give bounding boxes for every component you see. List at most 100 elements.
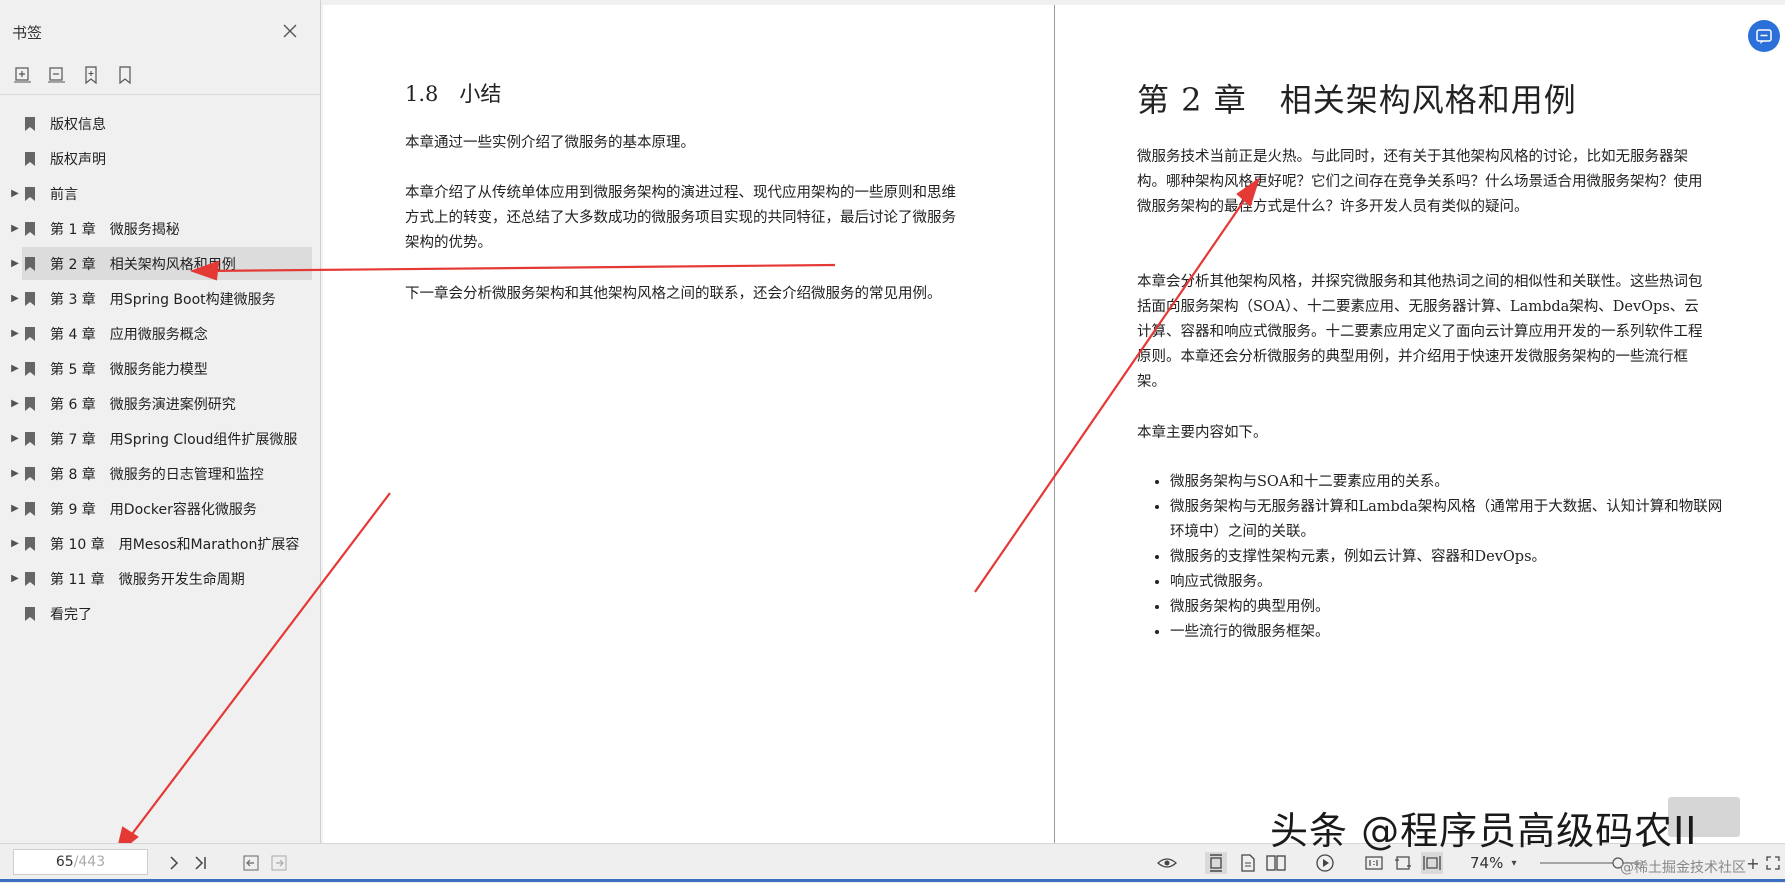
divider [0, 94, 320, 95]
total-pages: /443 [73, 854, 106, 870]
back-icon[interactable] [240, 852, 262, 874]
bookmark-item[interactable]: ▶ 前言 [0, 176, 320, 211]
bookmark-label: 版权信息 [50, 116, 106, 133]
expand-all-icon[interactable] [12, 64, 34, 86]
bookmark-label: 第 7 章 用Spring Cloud组件扩展微服 [50, 431, 298, 448]
bookmark-label: 第 9 章 用Docker容器化微服务 [50, 501, 257, 518]
bookmark-label: 第 2 章 相关架构风格和用例 [50, 256, 236, 273]
bookmark-item[interactable]: ▶ 第 2 章 相关架构风格和用例 [0, 246, 320, 281]
list-item: 微服务架构与无服务器计算和Lambda架构风格（通常用于大数据、认知计算和物联网… [1170, 495, 1730, 545]
page-number-input[interactable]: 65/443 [13, 849, 148, 875]
bookmark-item[interactable]: ▶版权声明 [0, 141, 320, 176]
add-bookmark-icon[interactable] [80, 64, 102, 86]
bookmark-item[interactable]: ▶ 第 3 章 用Spring Boot构建微服务 [0, 281, 320, 316]
page-view-icon[interactable] [1237, 852, 1259, 874]
bookmark-panel-header: 书签 [0, 0, 320, 66]
fit-width-icon[interactable] [1421, 852, 1443, 874]
bookmark-toolbar [12, 64, 136, 88]
bookmark-item[interactable]: ▶ 第 11 章 微服务开发生命周期 [0, 561, 320, 596]
bookmark-item[interactable]: ▶ 第 6 章 微服务演进案例研究 [0, 386, 320, 421]
bookmark-flag-icon [24, 221, 38, 237]
paragraph: 微服务技术当前正是火热。与此同时，还有关于其他架构风格的讨论，比如无服务器架构。… [1137, 149, 1703, 215]
chapter-title: 第 2 章 相关架构风格和用例 [1137, 81, 1577, 119]
bookmark-flag-icon [24, 151, 38, 167]
expand-caret-icon[interactable]: ▶ [8, 433, 22, 444]
actual-size-icon[interactable] [1363, 852, 1385, 874]
list-item: 微服务架构的典型用例。 [1170, 595, 1730, 620]
expand-caret-icon[interactable]: ▶ [8, 363, 22, 374]
assistant-button[interactable] [1748, 20, 1780, 52]
chevron-down-icon[interactable]: ▾ [1503, 852, 1525, 874]
bookmark-item[interactable]: ▶ 第 9 章 用Docker容器化微服务 [0, 491, 320, 526]
paragraph: 下一章会分析微服务架构和其他架构风格之间的联系，还会介绍微服务的常见用例。 [405, 286, 942, 302]
bookmark-item[interactable]: ▶ 第 1 章 微服务揭秘 [0, 211, 320, 246]
bookmark-label: 第 6 章 微服务演进案例研究 [50, 396, 236, 413]
list-item: 一些流行的微服务框架。 [1170, 620, 1730, 645]
bookmark-label: 第 5 章 微服务能力模型 [50, 361, 208, 378]
expand-caret-icon[interactable]: ▶ [8, 398, 22, 409]
expand-caret-icon[interactable]: ▶ [8, 538, 22, 549]
bookmark-item[interactable]: ▶ 第 7 章 用Spring Cloud组件扩展微服 [0, 421, 320, 456]
bookmark-label: 前言 [50, 186, 78, 203]
bookmark-item[interactable]: ▶ 第 5 章 微服务能力模型 [0, 351, 320, 386]
last-page-icon[interactable] [190, 852, 212, 874]
forward-icon[interactable] [268, 852, 290, 874]
collapse-all-icon[interactable] [46, 64, 68, 86]
bookmark-flag-icon [24, 536, 38, 552]
bookmark-item[interactable]: ▶看完了 [0, 596, 320, 631]
bookmark-label: 第 1 章 微服务揭秘 [50, 221, 180, 238]
bookmark-flag-icon [24, 606, 38, 622]
expand-caret-icon[interactable]: ▶ [8, 328, 22, 339]
bookmark-label: 第 3 章 用Spring Boot构建微服务 [50, 291, 276, 308]
bookmark-panel-title: 书签 [12, 24, 43, 42]
list-item: 微服务架构与SOA和十二要素应用的关系。 [1170, 470, 1730, 495]
bookmark-flag-icon [24, 256, 38, 272]
paragraph: 本章主要内容如下。 [1137, 425, 1268, 441]
book-view-icon[interactable] [1265, 852, 1287, 874]
play-icon[interactable] [1314, 852, 1336, 874]
expand-caret-icon[interactable]: ▶ [8, 258, 22, 269]
section-title: 1.8 小结 [405, 82, 502, 106]
bookmark-flag-icon [24, 431, 38, 447]
expand-caret-icon[interactable]: ▶ [8, 188, 22, 199]
bookmark-flag-icon [24, 116, 38, 132]
bookmark-flag-icon [24, 291, 38, 307]
bookmark-item[interactable]: ▶版权信息 [0, 106, 320, 141]
expand-caret-icon[interactable]: ▶ [8, 468, 22, 479]
expand-caret-icon[interactable]: ▶ [8, 223, 22, 234]
watermark-small: @稀土掘金技术社区 [1620, 860, 1746, 876]
bookmark-flag-icon [24, 326, 38, 342]
fullscreen-icon[interactable] [1762, 852, 1784, 874]
watermark: 头条 @程序员高级码农II [1270, 809, 1698, 853]
bookmark-label: 第 10 章 用Mesos和Marathon扩展容 [50, 536, 300, 553]
bookmark-label: 第 11 章 微服务开发生命周期 [50, 571, 245, 588]
zoom-level[interactable]: 74% [1470, 854, 1503, 872]
bookmark-label: 第 4 章 应用微服务概念 [50, 326, 208, 343]
bookmark-list: ▶版权信息▶版权声明▶前言▶第 1 章 微服务揭秘▶第 2 章 相关架构风格和用… [0, 106, 320, 631]
expand-caret-icon[interactable]: ▶ [8, 503, 22, 514]
bookmark-flag-icon [24, 361, 38, 377]
paragraph: 本章通过一些实例介绍了微服务的基本原理。 [405, 135, 695, 151]
expand-caret-icon[interactable]: ▶ [8, 573, 22, 584]
paragraph: 本章会分析其他架构风格，并探究微服务和其他热词之间的相似性和关联性。这些热词包括… [1137, 274, 1703, 390]
bookmark-flag-icon [24, 396, 38, 412]
page-divider [1054, 5, 1055, 843]
list-item: 响应式微服务。 [1170, 570, 1730, 595]
expand-caret-icon[interactable]: ▶ [8, 293, 22, 304]
fit-page-icon[interactable] [1392, 852, 1414, 874]
paragraph: 本章介绍了从传统单体应用到微服务架构的演进过程、现代应用架构的一些原则和思维方式… [405, 185, 956, 251]
bookmark-item[interactable]: ▶ 第 8 章 微服务的日志管理和监控 [0, 456, 320, 491]
bookmark-icon[interactable] [114, 64, 136, 86]
eye-icon[interactable] [1156, 852, 1178, 874]
bookmark-item[interactable]: ▶ 第 4 章 应用微服务概念 [0, 316, 320, 351]
current-page: 65 [55, 854, 74, 870]
bookmark-flag-icon [24, 466, 38, 482]
bookmark-flag-icon [24, 501, 38, 517]
list-item: 微服务的支撑性架构元素，例如云计算、容器和DevOps。 [1170, 545, 1730, 570]
bookmark-item[interactable]: ▶ 第 10 章 用Mesos和Marathon扩展容 [0, 526, 320, 561]
close-icon[interactable] [280, 22, 300, 42]
next-page-icon[interactable] [163, 852, 185, 874]
bookmark-flag-icon [24, 571, 38, 587]
single-page-icon[interactable] [1205, 852, 1227, 874]
bookmark-label: 版权声明 [50, 151, 106, 168]
